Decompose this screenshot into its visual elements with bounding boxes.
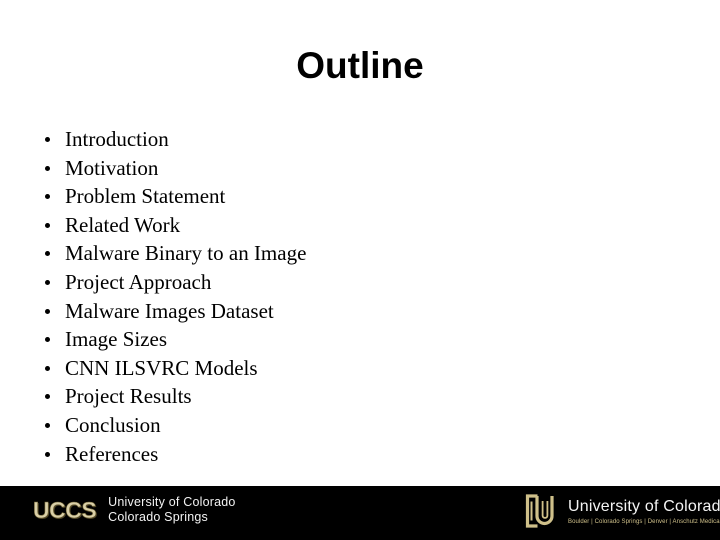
bullet-icon [45,251,50,257]
footer-bar: UCCS University of Colorado Colorado Spr… [0,486,720,540]
list-item: Malware Binary to an Image [40,239,660,268]
list-item: Project Results [40,382,660,411]
list-item: Image Sizes [40,325,660,354]
bullet-icon [45,194,50,200]
bullet-icon [45,308,50,314]
cu-logo-text: University of Colorado Boulder | Colorad… [568,497,720,526]
list-item-label: Related Work [65,212,181,237]
uccs-logo-name-line1: University of Colorado [108,495,236,509]
list-item-label: Project Approach [65,269,212,294]
bullet-icon [45,365,50,371]
cu-logo: University of Colorado Boulder | Colorad… [524,492,720,530]
cu-logo-campuses: Boulder | Colorado Springs | Denver | An… [568,518,720,525]
slide: Outline Introduction Motivation Problem … [0,0,720,540]
list-item: Motivation [40,154,660,183]
bullet-icon [45,394,50,400]
list-item-label: Conclusion [65,412,161,437]
list-item-label: References [65,441,159,466]
list-item-label: Problem Statement [65,184,226,209]
list-item-label: Motivation [65,155,159,180]
bullet-icon [45,222,50,228]
list-item-label: Malware Images Dataset [65,298,274,323]
list-item: Related Work [40,211,660,240]
list-item-label: Malware Binary to an Image [65,241,307,266]
bullet-icon [45,137,50,142]
list-item: CNN ILSVRC Models [40,354,660,383]
uccs-logo: UCCS University of Colorado Colorado Spr… [32,495,236,524]
cu-monogram-icon [525,494,554,528]
list-item-label: Project Results [65,384,192,409]
cu-logo-title: University of Colorado [568,497,720,515]
list-item-label: CNN ILSVRC Models [65,355,258,380]
uccs-logo-name: University of Colorado Colorado Springs [108,495,235,524]
outline-list: Introduction Motivation Problem Statemen… [40,125,660,468]
uccs-wordmark-icon: UCCS [33,496,97,523]
list-item: Conclusion [40,411,660,440]
list-item: Problem Statement [40,182,660,211]
bullet-icon [45,451,50,457]
list-item-label: Introduction [65,127,169,151]
bullet-icon [45,337,50,343]
list-item-label: Image Sizes [65,327,168,352]
list-item: Project Approach [40,268,660,297]
bullet-icon [45,279,50,285]
list-item: Introduction [40,125,660,154]
bullet-icon [45,422,50,428]
list-item: References [40,440,660,469]
uccs-logo-name-line2: Colorado Springs [108,509,208,524]
list-item: Malware Images Dataset [40,297,660,326]
page-title: Outline [296,45,424,86]
bullet-icon [45,165,50,171]
